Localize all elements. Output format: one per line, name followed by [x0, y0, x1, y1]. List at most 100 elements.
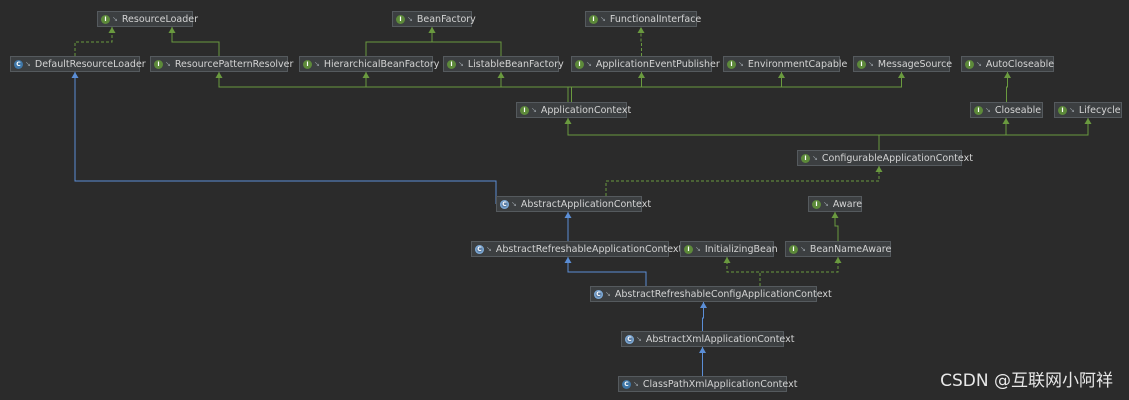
- node-label: ResourceLoader: [121, 13, 198, 25]
- interface-icon: I: [812, 199, 821, 209]
- node-class-path-xml-application-context[interactable]: C ↘ ClassPathXmlApplicationContext: [618, 376, 797, 392]
- node-hierarchical-bean-factory[interactable]: I ↘ HierarchicalBeanFactory: [299, 56, 439, 72]
- arrow-head-icon: [875, 166, 883, 172]
- node-application-context[interactable]: I ↘ ApplicationContext: [516, 102, 631, 118]
- node-application-event-publisher[interactable]: I ↘ ApplicationEventPublisher: [571, 56, 720, 72]
- node-label: ListableBeanFactory: [467, 58, 564, 70]
- abstract-class-icon: C: [475, 244, 484, 254]
- edge-extends-class: [564, 257, 647, 286]
- interface-icon: I: [684, 244, 693, 254]
- node-abstract-refreshable-application-context[interactable]: C ↘ AbstractRefreshableApplicationContext: [471, 241, 682, 257]
- node-label: MessageSource: [877, 58, 953, 70]
- node-label: ConfigurableApplicationContext: [821, 152, 973, 164]
- edge-line: [571, 72, 902, 102]
- edge-line: [171, 27, 220, 56]
- node-label: AbstractApplicationContext: [520, 198, 652, 210]
- pin-icon: ↘: [314, 60, 320, 68]
- edge-line: [74, 27, 113, 56]
- node-label: AbstractRefreshableApplicationContext: [495, 243, 683, 255]
- edge-implements: [605, 166, 883, 196]
- node-initializing-bean[interactable]: I ↘ InitializingBean: [680, 241, 778, 257]
- arrow-head-icon: [638, 72, 645, 78]
- node-abstract-xml-application-context[interactable]: C ↘ AbstractXmlApplicationContext: [621, 331, 794, 347]
- edge-extends-interface: [564, 118, 880, 150]
- edge-line: [759, 257, 839, 286]
- watermark: CSDN @互联网小阿祥: [940, 371, 1113, 391]
- edge-line: [878, 118, 1007, 150]
- pin-icon: ↘: [985, 106, 991, 114]
- arrow-head-icon: [564, 257, 572, 263]
- arrow-head-icon: [637, 27, 645, 33]
- edge-extends-interface: [571, 72, 905, 102]
- arrow-head-icon: [564, 118, 572, 124]
- node-label: EnvironmentCapable: [747, 58, 848, 70]
- pin-icon: ↘: [458, 60, 464, 68]
- arrow-head-icon: [362, 72, 370, 78]
- arrow-head-icon: [723, 257, 731, 263]
- pin-icon: ↘: [1069, 106, 1075, 114]
- abstract-class-icon: C: [625, 334, 634, 344]
- node-abstract-application-context[interactable]: C ↘ AbstractApplicationContext: [496, 196, 651, 212]
- edge-line: [567, 257, 647, 286]
- node-bean-factory[interactable]: I ↘ BeanFactory: [392, 11, 476, 27]
- node-default-resource-loader[interactable]: C ↘ DefaultResourceLoader: [10, 56, 146, 72]
- node-abstract-refreshable-config-application-context[interactable]: C ↘ AbstractRefreshableConfigApplicationCo…: [590, 286, 832, 302]
- edge-line: [365, 27, 433, 56]
- edge-extends-class: [564, 212, 572, 241]
- interface-icon: I: [303, 59, 312, 69]
- edge-line: [726, 257, 761, 286]
- edge-line: [567, 118, 880, 150]
- node-message-source[interactable]: I ↘ MessageSource: [853, 56, 953, 72]
- arrow-head-icon: [168, 27, 176, 33]
- pin-icon: ↘: [600, 15, 606, 23]
- class-icon: C: [14, 59, 23, 69]
- node-label: AbstractRefreshableConfigApplicationCont…: [614, 288, 832, 300]
- edge-extends-interface: [428, 27, 502, 56]
- pin-icon: ↘: [605, 290, 611, 298]
- edge-extends-interface: [168, 27, 220, 56]
- node-lifecycle[interactable]: I ↘ Lifecycle: [1054, 102, 1122, 118]
- node-label: ApplicationContext: [540, 104, 632, 116]
- arrow-head-icon: [778, 72, 785, 78]
- node-aware[interactable]: I ↘ Aware: [808, 196, 862, 212]
- interface-icon: I: [1058, 105, 1067, 115]
- interface-icon: I: [857, 59, 866, 69]
- edge-extends-class: [700, 302, 707, 331]
- arrow-head-icon: [71, 72, 79, 78]
- node-label: AutoCloseable: [985, 58, 1055, 70]
- edge-extends-class: [699, 347, 706, 376]
- pin-icon: ↘: [112, 15, 118, 23]
- node-label: ApplicationEventPublisher: [595, 58, 720, 70]
- node-label: Closeable: [994, 104, 1042, 116]
- node-listable-bean-factory[interactable]: I ↘ ListableBeanFactory: [443, 56, 564, 72]
- edge-implements: [637, 27, 645, 56]
- arrow-head-icon: [564, 212, 572, 218]
- node-environment-capable[interactable]: I ↘ EnvironmentCapable: [723, 56, 847, 72]
- interface-icon: I: [447, 59, 456, 69]
- node-closeable[interactable]: I ↘ Closeable: [970, 102, 1043, 118]
- arrow-head-icon: [834, 257, 842, 263]
- node-configurable-application-context[interactable]: I ↘ ConfigurableApplicationContext: [797, 150, 973, 166]
- interface-icon: I: [589, 14, 598, 24]
- node-label: Lifecycle: [1078, 104, 1121, 116]
- node-functional-interface[interactable]: I ↘ FunctionalInterface: [585, 11, 701, 27]
- node-label: FunctionalInterface: [609, 13, 702, 25]
- pin-icon: ↘: [407, 15, 413, 23]
- edge-line: [74, 72, 497, 204]
- edge-extends-interface: [497, 72, 572, 102]
- pin-icon: ↘: [800, 245, 806, 253]
- node-resource-loader[interactable]: I ↘ ResourceLoader: [97, 11, 198, 27]
- edge-implements: [723, 257, 761, 286]
- arrow-head-icon: [898, 72, 905, 78]
- edge-extends-class: [71, 72, 497, 204]
- node-label: BeanFactory: [416, 13, 476, 25]
- node-auto-closeable[interactable]: I ↘ AutoCloseable: [961, 56, 1054, 72]
- node-resource-pattern-resolver[interactable]: I ↘ ResourcePatternResolver: [150, 56, 293, 72]
- node-label: ClassPathXmlApplicationContext: [642, 378, 798, 390]
- interface-icon: I: [974, 105, 983, 115]
- node-bean-name-aware[interactable]: I ↘ BeanNameAware: [785, 241, 891, 257]
- edge-line: [431, 27, 502, 56]
- arrow-head-icon: [699, 347, 706, 353]
- pin-icon: ↘: [976, 60, 982, 68]
- pin-icon: ↘: [868, 60, 874, 68]
